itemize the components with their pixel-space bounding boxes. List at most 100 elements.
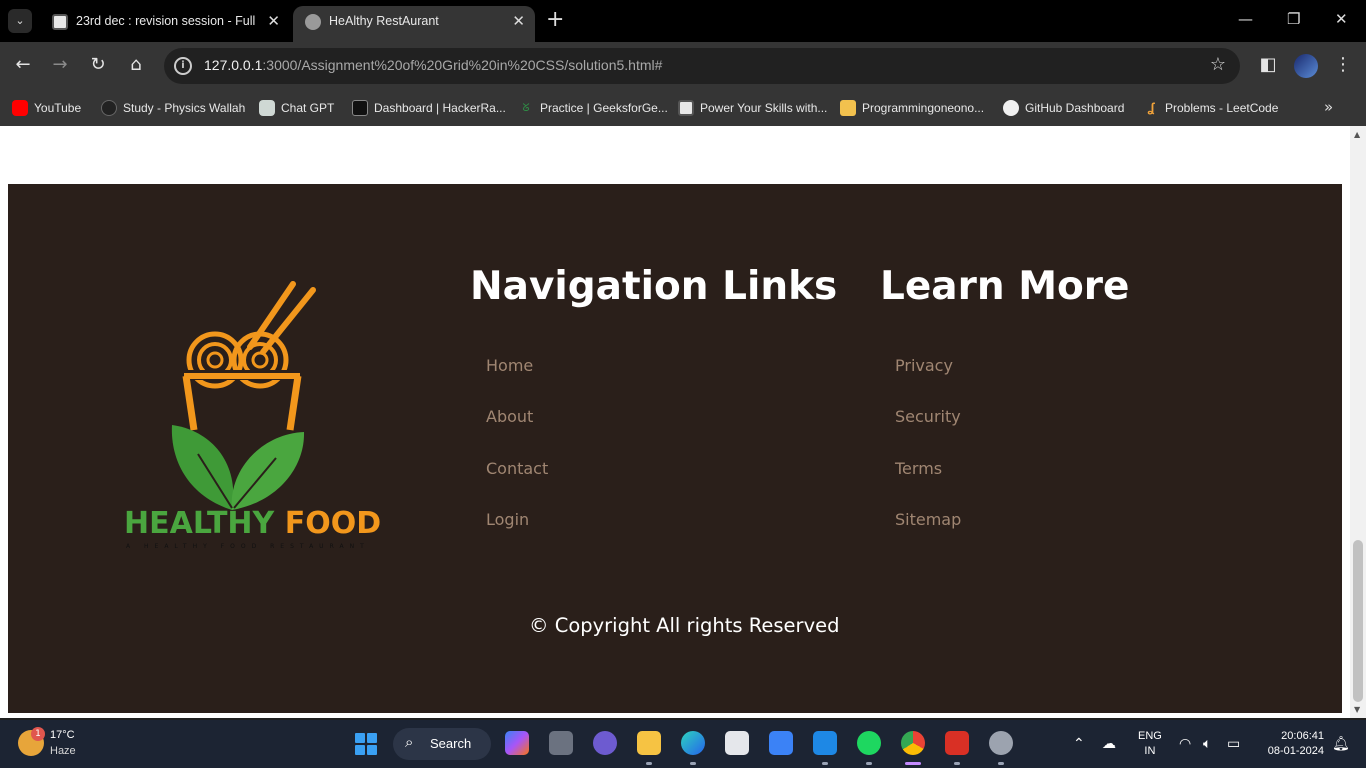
clock-date: 08-01-2024 [1267,745,1324,757]
restore-icon[interactable]: ❐ [1287,10,1300,28]
bookmarks-bar: YouTube Study - Physics Wallah Chat GPT … [0,90,1366,126]
logo-wordmark: HEALTHY FOOD [124,506,381,541]
profile-avatar[interactable] [1294,54,1318,78]
tab-title: HeAlthy RestAurant [329,14,439,28]
bookmark-leetcode[interactable]: ʆ Problems - LeetCode [1143,98,1278,118]
scrollbar-thumb[interactable] [1353,540,1363,702]
nav-link-about[interactable]: About [486,407,533,426]
bookmark-youtube[interactable]: YouTube [12,98,81,118]
wordpress-favicon-icon [52,14,68,30]
close-tab-icon[interactable]: ✕ [512,12,525,30]
bookmark-label: Dashboard | HackerRa... [374,101,506,115]
tab-revision-session[interactable]: 23rd dec : revision session - Full St ✕ [40,6,290,42]
bookmark-label: Power Your Skills with... [700,101,828,115]
bookmark-chat-gpt[interactable]: Chat GPT [259,98,334,118]
copyright-text: © Copyright All rights Reserved [529,614,840,637]
chrome-icon[interactable] [901,731,925,755]
language-code: ENG [1138,730,1162,742]
vscode-icon[interactable] [813,731,837,755]
notification-bell-icon[interactable]: 🔔︎ [1332,735,1350,752]
nav-link-contact[interactable]: Contact [486,459,548,478]
tab-search-button[interactable]: ⌄ [8,9,32,33]
taskbar-search-button[interactable]: ⌕ Search [393,728,491,760]
scroll-down-arrow-icon[interactable]: ▼ [1354,705,1360,714]
address-bar[interactable]: i 127.0.0.1:3000/Assignment%20of%20Grid%… [164,48,1240,84]
close-window-icon[interactable]: ✕ [1335,10,1348,28]
settings-gear-icon[interactable] [989,731,1013,755]
browser-toolbar: ← → ↻ ⌂ i 127.0.0.1:3000/Assignment%20of… [0,42,1366,90]
reload-icon[interactable]: ↻ [86,54,110,76]
task-view-icon[interactable] [549,731,573,755]
bookmark-programmingoneonone[interactable]: Programmingoneono... [840,98,984,118]
mail-icon[interactable] [769,731,793,755]
tab-title: 23rd dec : revision session - Full St [76,14,256,28]
running-indicator [954,762,960,765]
file-explorer-icon[interactable] [637,731,661,755]
volume-icon[interactable]: 🔈︎ [1203,735,1211,752]
onedrive-cloud-icon[interactable]: ☁ [1102,735,1116,752]
tab-strip: ⌄ 23rd dec : revision session - Full St … [0,0,1366,42]
tab-healthy-restaurant[interactable]: HeAlthy RestAurant ✕ [293,6,535,42]
wordpress-icon [678,100,694,116]
red-app-icon[interactable] [945,731,969,755]
running-indicator [998,762,1004,765]
nav-link-home[interactable]: Home [486,356,533,375]
wifi-icon[interactable]: ◠ [1179,735,1191,752]
learn-link-terms[interactable]: Terms [895,459,942,478]
back-arrow-icon[interactable]: ← [11,54,35,76]
weather-condition[interactable]: Haze [50,745,76,757]
geeksforgeeks-icon: ᘜ [522,102,530,114]
bookmark-label: Chat GPT [281,101,335,115]
nav-link-login[interactable]: Login [486,510,529,529]
bookmark-geeksforgeeks[interactable]: ᘜ Practice | GeeksforGe... [518,98,668,118]
running-indicator [646,762,652,765]
bookmark-star-icon[interactable]: ☆ [1210,54,1226,75]
taskbar-search-label: Search [430,736,472,751]
weather-badge: 1 [31,727,45,741]
youtube-icon [12,100,28,116]
running-indicator [822,762,828,765]
bookmark-hackerrank[interactable]: Dashboard | HackerRa... [352,98,506,118]
edge-browser-icon[interactable] [681,731,705,755]
show-hidden-icons-chevron-up-icon[interactable]: ⌃ [1073,735,1085,752]
site-footer: HEALTHY FOOD A HEALTHY FOOD RESTAURANT N… [8,184,1342,713]
bookmark-label: Programmingoneono... [862,101,985,115]
spotify-icon[interactable] [857,731,881,755]
copilot-icon[interactable] [505,731,529,755]
learn-link-privacy[interactable]: Privacy [895,356,953,375]
home-icon[interactable]: ⌂ [124,54,148,76]
hackerrank-icon [352,100,368,116]
search-icon: ⌕ [405,734,414,751]
logo-tagline: A HEALTHY FOOD RESTAURANT [126,543,370,550]
page-scrollbar[interactable]: ▲ ▼ [1350,126,1366,718]
bookmark-label: Practice | GeeksforGe... [540,101,668,115]
more-bookmarks-icon[interactable]: » [1324,98,1333,116]
bookmark-label: YouTube [34,101,82,115]
weather-temperature[interactable]: 17°C [50,729,75,741]
globe-favicon-icon [305,14,321,30]
learn-link-sitemap[interactable]: Sitemap [895,510,961,529]
site-info-icon[interactable]: i [174,57,192,75]
url-text[interactable]: 127.0.0.1:3000/Assignment%20of%20Grid%20… [204,57,662,73]
battery-icon[interactable]: ▭ [1227,735,1240,752]
github-icon [1003,100,1019,116]
new-tab-button[interactable]: + [546,9,564,31]
close-tab-icon[interactable]: ✕ [267,12,280,30]
input-language-indicator[interactable]: ENG IN [1138,729,1162,759]
scroll-up-arrow-icon[interactable]: ▲ [1354,130,1360,139]
microsoft-store-icon[interactable] [725,731,749,755]
side-panel-icon[interactable]: ◧ [1256,54,1280,76]
leetcode-icon: ʆ [1147,100,1155,115]
system-clock[interactable]: 20:06:41 08-01-2024 [1258,729,1324,759]
bookmark-github-dashboard[interactable]: GitHub Dashboard [1003,98,1124,118]
forward-arrow-icon[interactable]: → [48,54,72,76]
learn-link-security[interactable]: Security [895,407,961,426]
physics-wallah-icon [101,100,117,116]
bookmark-physics-wallah[interactable]: Study - Physics Wallah [101,98,245,118]
logo-word-healthy: HEALTHY [124,506,275,541]
menu-kebab-icon[interactable]: ⋮ [1331,54,1355,76]
minimize-icon[interactable]: — [1238,10,1253,28]
bookmark-power-your-skills[interactable]: Power Your Skills with... [678,98,827,118]
windows-start-icon[interactable] [355,733,377,755]
teams-meet-icon[interactable] [593,731,617,755]
